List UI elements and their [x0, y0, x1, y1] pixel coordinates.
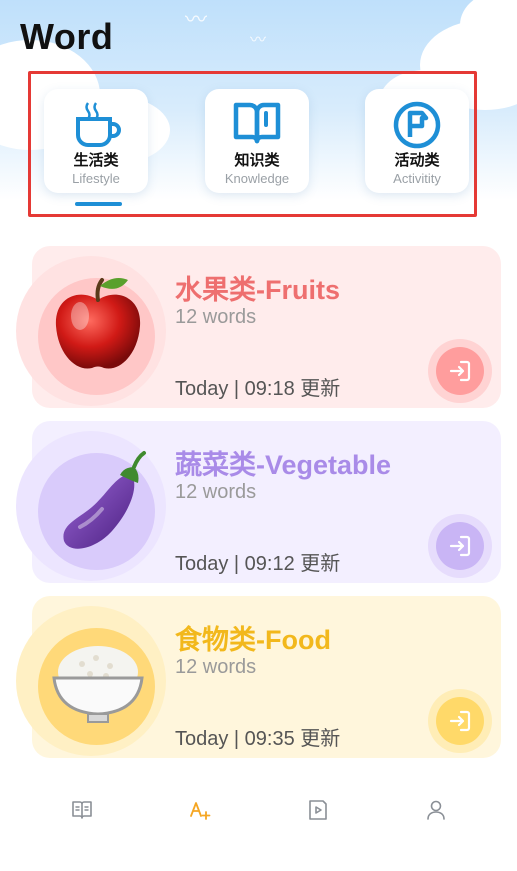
enter-button[interactable] [428, 514, 492, 578]
word-list-title: 水果类-Fruits [175, 275, 340, 305]
category-label: 活动类 [394, 152, 440, 169]
category-label: 生活类 [73, 152, 119, 169]
word-list-card-fruits[interactable]: 水果类-Fruits 12 words Today | 09:18 更新 [16, 246, 501, 408]
enter-button[interactable] [428, 339, 492, 403]
nav-vocabulary-tab[interactable] [188, 798, 216, 826]
vocabulary-icon [190, 802, 211, 820]
word-list-title: 食物类-Food [175, 625, 331, 655]
category-knowledge[interactable]: 知识类 Knowledge [205, 89, 309, 193]
word-list-card-vegetable[interactable]: 蔬菜类-Vegetable 12 words Today | 09:12 更新 [16, 421, 501, 583]
nav-profile-tab[interactable] [424, 798, 452, 826]
coffee-cup-icon [76, 102, 121, 147]
update-time: Today | 09:12 更新 [175, 553, 341, 575]
eggplant-icon [63, 451, 146, 549]
enter-button-circle [436, 697, 484, 745]
category-label: 知识类 [234, 152, 280, 169]
video-icon [309, 800, 327, 820]
enter-button-circle [436, 347, 484, 395]
enter-icon [449, 535, 471, 557]
category-sublabel: Lifestyle [72, 171, 120, 186]
word-count: 12 words [175, 306, 257, 328]
flag-circle-icon [393, 101, 441, 149]
rice-bowl-icon [52, 646, 144, 723]
apple-icon [55, 278, 141, 369]
book-icon [233, 102, 281, 144]
bird-decoration: 〰 [250, 32, 267, 49]
page-title: Word [20, 16, 114, 57]
nav-book-tab[interactable] [70, 798, 98, 826]
nav-video-tab[interactable] [306, 798, 334, 826]
update-time: Today | 09:18 更新 [175, 378, 341, 400]
word-list-card-food[interactable]: 食物类-Food 12 words Today | 09:35 更新 [16, 596, 501, 758]
category-sublabel: Knowledge [224, 171, 290, 186]
enter-icon [449, 710, 471, 732]
update-time: Today | 09:35 更新 [175, 728, 341, 750]
word-count: 12 words [175, 481, 257, 503]
profile-icon [427, 800, 445, 820]
selected-category-indicator [75, 202, 122, 206]
bird-decoration: 〰 [185, 7, 208, 32]
category-lifestyle[interactable]: 生活类 Lifestyle [44, 89, 148, 193]
book-open-icon [72, 801, 92, 819]
bottom-navigation [0, 780, 517, 840]
enter-button[interactable] [428, 689, 492, 753]
category-activity[interactable]: 活动类 Activitity [365, 89, 469, 193]
enter-button-circle [436, 522, 484, 570]
category-sublabel: Activitity [393, 171, 441, 186]
enter-icon [449, 360, 471, 382]
word-list-title: 蔬菜类-Vegetable [175, 450, 392, 480]
word-count: 12 words [175, 656, 257, 678]
